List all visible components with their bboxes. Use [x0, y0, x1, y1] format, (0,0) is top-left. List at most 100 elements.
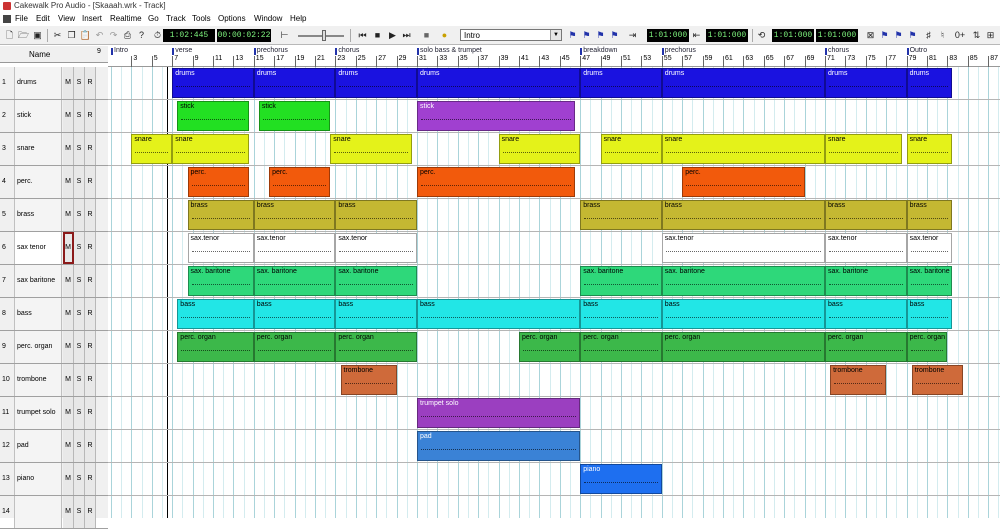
- mute-button[interactable]: M: [63, 265, 74, 297]
- clip[interactable]: snare: [600, 134, 662, 164]
- clip[interactable]: trombone: [830, 365, 887, 395]
- mute-button[interactable]: M: [63, 166, 74, 198]
- track-row[interactable]: 11 trumpet solo M S R: [0, 397, 108, 430]
- solo-button[interactable]: S: [74, 463, 85, 495]
- marker-label[interactable]: solo bass & trumpet: [420, 47, 482, 54]
- loop-from-time[interactable]: 1:01:000: [772, 29, 814, 42]
- solo-button[interactable]: S: [74, 199, 85, 231]
- marker-label[interactable]: prechorus: [257, 47, 288, 54]
- clip[interactable]: perc. organ: [253, 332, 336, 362]
- clip[interactable]: brass: [253, 200, 336, 230]
- marker-flag[interactable]: [253, 48, 256, 55]
- save-icon[interactable]: ▣: [31, 29, 44, 42]
- print-icon[interactable]: ⎙: [121, 29, 134, 42]
- paste-icon[interactable]: 📋: [79, 29, 92, 42]
- marker-flag[interactable]: [906, 48, 909, 55]
- clip[interactable]: stick: [258, 101, 331, 131]
- marker-label[interactable]: Intro: [114, 47, 128, 54]
- record-arm-button[interactable]: R: [85, 133, 96, 165]
- track-name[interactable]: sax baritone: [14, 265, 62, 297]
- clip[interactable]: bass: [177, 299, 254, 329]
- clip[interactable]: bass: [335, 299, 417, 329]
- clip[interactable]: drums: [580, 68, 662, 98]
- play-icon[interactable]: ▶: [386, 29, 399, 42]
- cut-icon[interactable]: ✂: [51, 29, 64, 42]
- menu-edit[interactable]: Edit: [34, 12, 52, 26]
- track-name[interactable]: snare: [14, 133, 62, 165]
- marker-flag[interactable]: [111, 48, 113, 55]
- new-file-icon[interactable]: 🗋: [3, 29, 16, 42]
- time-ruler[interactable]: Intro verse prechorus chorus solo bass & tru…: [108, 46, 1000, 67]
- stop-icon[interactable]: ■: [371, 29, 384, 42]
- marker-label[interactable]: chorus: [338, 47, 359, 54]
- mute-button[interactable]: M: [63, 430, 74, 462]
- clip[interactable]: perc. organ: [825, 332, 907, 362]
- marker-next-icon[interactable]: ⚑: [580, 29, 593, 42]
- velocity-icon[interactable]: 0+: [952, 29, 968, 42]
- menu-options[interactable]: Options: [216, 12, 248, 26]
- clip[interactable]: bass: [580, 299, 662, 329]
- clip[interactable]: drums: [253, 68, 336, 98]
- clip[interactable]: perc. organ: [177, 332, 254, 362]
- mute-button[interactable]: M: [63, 463, 74, 495]
- track-row[interactable]: 1 drums M S R: [0, 67, 108, 100]
- track-name[interactable]: pad: [14, 430, 62, 462]
- clip[interactable]: perc.: [682, 167, 805, 197]
- clip[interactable]: sax. baritone: [253, 266, 336, 296]
- clip[interactable]: perc.: [269, 167, 331, 197]
- marker-label[interactable]: Outro: [910, 47, 928, 54]
- solo-button[interactable]: S: [74, 67, 85, 99]
- clip[interactable]: sax.tenor: [253, 233, 336, 263]
- record-arm-button[interactable]: R: [85, 430, 96, 462]
- clip[interactable]: snare: [825, 134, 902, 164]
- record-arm-button[interactable]: R: [85, 496, 96, 528]
- open-folder-icon[interactable]: 🗁: [17, 29, 30, 42]
- auto-shuttle-icon[interactable]: ⊠: [864, 29, 877, 42]
- solo-button[interactable]: S: [74, 265, 85, 297]
- mute-button[interactable]: M: [63, 100, 74, 132]
- clip[interactable]: bass: [253, 299, 336, 329]
- column-9-header[interactable]: 9: [97, 48, 101, 55]
- clip[interactable]: sax. baritone: [906, 266, 953, 296]
- clip[interactable]: sax.tenor: [661, 233, 825, 263]
- clip[interactable]: drums: [661, 68, 825, 98]
- track-row[interactable]: 5 brass M S R: [0, 199, 108, 232]
- clip[interactable]: trombone: [340, 365, 397, 395]
- clip[interactable]: brass: [906, 200, 953, 230]
- key-icon[interactable]: ♯: [922, 29, 935, 42]
- name-column-header[interactable]: Name: [29, 50, 50, 59]
- mute-button[interactable]: M: [63, 496, 74, 528]
- track-row[interactable]: 2 stick M S R: [0, 100, 108, 133]
- mute-button[interactable]: M: [63, 298, 74, 330]
- clip[interactable]: pad: [417, 431, 581, 461]
- solo-button[interactable]: S: [74, 331, 85, 363]
- marker-flag[interactable]: [172, 48, 175, 55]
- clip[interactable]: stick: [417, 101, 576, 131]
- clip[interactable]: snare: [330, 134, 412, 164]
- loop-icon[interactable]: ⟲: [755, 29, 768, 42]
- clip[interactable]: brass: [187, 200, 254, 230]
- clip[interactable]: perc. organ: [580, 332, 662, 362]
- track-name[interactable]: perc.: [14, 166, 62, 198]
- clip[interactable]: sax.tenor: [187, 233, 254, 263]
- track-row[interactable]: 13 piano M S R: [0, 463, 108, 496]
- solo-button[interactable]: S: [74, 430, 85, 462]
- clip[interactable]: brass: [580, 200, 662, 230]
- track-row[interactable]: 14 M S R: [0, 496, 108, 529]
- clip[interactable]: sax. baritone: [825, 266, 907, 296]
- now-time-mbt[interactable]: 1:02:445: [163, 29, 215, 42]
- chevron-down-icon[interactable]: ▼: [550, 30, 561, 40]
- marker-dropdown[interactable]: Intro ▼: [460, 29, 562, 41]
- record-arm-button[interactable]: R: [85, 298, 96, 330]
- marker-flag[interactable]: [580, 48, 583, 55]
- clip[interactable]: sax. baritone: [580, 266, 662, 296]
- clips-pane[interactable]: drums drums drums drums drums drums drums drums…: [108, 67, 1000, 518]
- record-icon[interactable]: ■: [420, 29, 433, 42]
- menu-view[interactable]: View: [56, 12, 77, 26]
- clip[interactable]: snare: [906, 134, 953, 164]
- menu-go[interactable]: Go: [146, 12, 161, 26]
- snap-icon[interactable]: ⊞: [984, 29, 997, 42]
- punch-clear-icon[interactable]: ⚑: [906, 29, 919, 42]
- track-name[interactable]: perc. organ: [14, 331, 62, 363]
- clip[interactable]: snare: [498, 134, 581, 164]
